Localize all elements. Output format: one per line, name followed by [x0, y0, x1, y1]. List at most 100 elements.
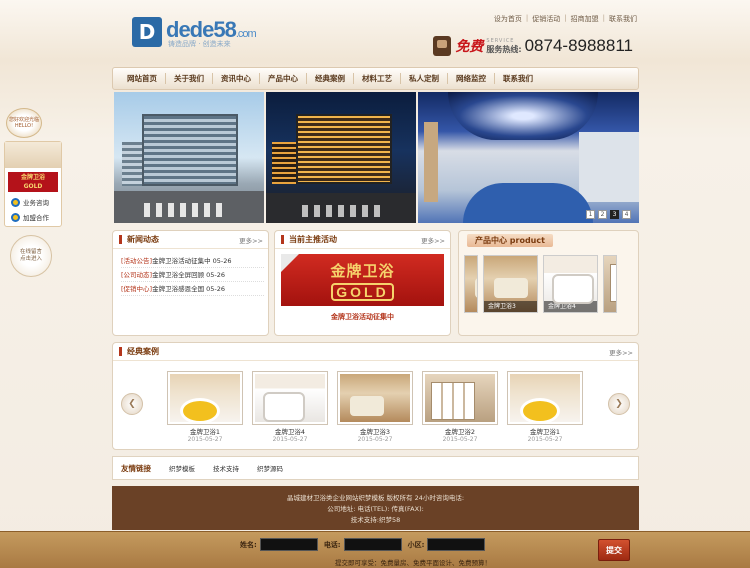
name-input[interactable]: [259, 538, 318, 551]
float-brand-badge: 金牌卫浴 GOLD: [8, 172, 58, 192]
case-card[interactable]: 金牌卫浴2 2015-05-27: [422, 371, 498, 443]
float-brand-cn: 金牌卫浴: [20, 174, 45, 181]
nav-news[interactable]: 资讯中心: [213, 73, 260, 84]
case-card[interactable]: 金牌卫浴4 2015-05-27: [252, 371, 328, 443]
logo-slogan: 铸造品牌 · 创造未来: [168, 40, 231, 48]
nav-cases[interactable]: 经典案例: [307, 73, 354, 84]
case-card[interactable]: 金牌卫浴1 2015-05-27: [507, 371, 583, 443]
footer-contact: 公司地址: 电话(TEL): 传真(FAX):: [327, 505, 424, 513]
cases-list: 金牌卫浴1 2015-05-27 金牌卫浴4 2015-05-27 金牌卫浴3 201…: [167, 371, 583, 443]
gold-promo-banner[interactable]: 金牌卫浴 GOLD: [281, 254, 444, 306]
message-bar: 姓名: 电话: 小区: 提交 提交即可享受：免费量房、免费平面设计、免费预算！: [0, 531, 750, 568]
phone-icon: [433, 36, 452, 56]
qq-consult-link[interactable]: 业务咨询: [11, 197, 61, 207]
footer-copyright: 晶城建材卫浴类企业网站织梦模板 版权所有 24小时咨询电话:: [286, 494, 465, 502]
friend-link[interactable]: 织梦源码: [257, 463, 283, 473]
case-name: 金牌卫浴2: [444, 428, 476, 436]
case-card[interactable]: 金牌卫浴3 2015-05-27: [337, 371, 413, 443]
banner-slideshow[interactable]: 1 2 3 4: [114, 92, 639, 223]
message-line2: 点击进入: [19, 256, 42, 262]
hotline-number: 0874-8988811: [524, 36, 633, 55]
gold-banner-en: GOLD: [331, 282, 394, 301]
news-item[interactable]: [促销中心]金牌卫浴感恩全国 05-26: [121, 282, 264, 296]
top-link-contact[interactable]: 联系我们: [609, 14, 637, 24]
nav-home[interactable]: 网站首页: [119, 73, 166, 84]
activity-header: 当前主推活动 更多>>: [275, 231, 450, 249]
product-card[interactable]: 金牌卫浴4: [543, 255, 598, 313]
news-header: 新闻动态 更多>>: [113, 231, 268, 249]
gold-banner-cn: 金牌卫浴: [330, 261, 395, 280]
banner-pager: 1 2 3 4: [586, 210, 631, 219]
message-note: 提交即可享受：免费量房、免费平面设计、免费预算！: [335, 559, 491, 567]
float-brand-en: GOLD: [23, 183, 43, 190]
main-nav: 网站首页 关于我们 资讯中心 产品中心 经典案例 材料工艺 私人定制 网络监控 …: [112, 67, 639, 90]
case-date: 2015-05-27: [527, 436, 563, 443]
site-footer: 晶城建材卫浴类企业网站织梦模板 版权所有 24小时咨询电话: 公司地址: 电话(…: [112, 486, 639, 530]
join-label: 加盟合作: [23, 214, 49, 222]
case-name: 金牌卫浴1: [189, 428, 221, 436]
news-box: 新闻动态 更多>> [活动公告]金牌卫浴活动征集中 05-26 [公司动态]金牌…: [112, 230, 269, 336]
nav-about[interactable]: 关于我们: [166, 73, 213, 84]
case-name: 金牌卫浴3: [359, 428, 391, 436]
name-label: 姓名:: [240, 540, 257, 549]
case-card[interactable]: 金牌卫浴1 2015-05-27: [167, 371, 243, 443]
hotline-label: SERVICE 服务热线:: [486, 38, 521, 55]
qq-join-link[interactable]: 加盟合作: [11, 212, 61, 222]
top-link-franchise[interactable]: 招商加盟: [571, 14, 599, 24]
float-panel-body: 金牌卫浴 GOLD 业务咨询 加盟合作: [4, 141, 62, 227]
cases-next-button[interactable]: ❯: [608, 393, 630, 415]
product-carousel: 金牌卫浴3 金牌卫浴4: [459, 249, 638, 313]
float-panel-top: [5, 142, 61, 168]
logo-mark-icon: D: [132, 17, 162, 47]
case-name: 金牌卫浴1: [529, 428, 561, 436]
friend-links-title: 友情链接: [121, 463, 151, 473]
friend-link[interactable]: 技术支持: [213, 463, 239, 473]
area-input[interactable]: [427, 538, 486, 551]
nav-custom[interactable]: 私人定制: [401, 73, 448, 84]
logo-domain: .com: [235, 28, 257, 40]
case-date: 2015-05-27: [187, 436, 223, 443]
product-card[interactable]: [464, 255, 478, 313]
banner-image-pool: 1 2 3 4: [418, 92, 639, 223]
banner-dot-3[interactable]: 3: [610, 210, 619, 219]
nav-contact[interactable]: 联系我们: [495, 73, 541, 84]
nav-monitor[interactable]: 网络监控: [448, 73, 495, 84]
online-message-button[interactable]: 在线留言 点击进入: [10, 235, 52, 277]
banner-dot-4[interactable]: 4: [622, 210, 631, 219]
hot-corner-badge: [281, 254, 299, 272]
top-link-promotion[interactable]: 促销活动: [532, 14, 560, 24]
top-link-homepage[interactable]: 设为首页: [494, 14, 522, 24]
news-more-link[interactable]: 更多>>: [239, 235, 263, 245]
activity-caption[interactable]: 金牌卫浴活动征集中: [275, 312, 450, 322]
nav-products[interactable]: 产品中心: [260, 73, 307, 84]
message-line1: 在线留言: [19, 249, 42, 255]
banner-dot-1[interactable]: 1: [586, 210, 595, 219]
consult-label: 业务咨询: [23, 199, 49, 207]
cases-prev-button[interactable]: ❮: [121, 393, 143, 415]
banner-dot-2[interactable]: 2: [598, 210, 607, 219]
friend-links-bar: 友情链接 织梦模板 技术支持 织梦源码: [112, 456, 639, 480]
cases-more-link[interactable]: 更多>>: [609, 347, 633, 357]
cases-header: 经典案例 更多>>: [113, 343, 638, 361]
product-card[interactable]: [603, 255, 617, 313]
submit-button[interactable]: 提交: [598, 539, 630, 561]
floating-service-panel: 您好欢迎光临 HELLO! 金牌卫浴 GOLD 业务咨询 加盟合作 在线留言 点…: [4, 108, 62, 277]
site-logo[interactable]: D dede58.com 铸造品牌 · 创造未来: [132, 17, 257, 48]
news-item[interactable]: [活动公告]金牌卫浴活动征集中 05-26: [121, 254, 264, 268]
area-label: 小区:: [407, 540, 425, 549]
news-item[interactable]: [公司动态]金牌卫浴全屏回顾 05-26: [121, 268, 264, 282]
phone-input[interactable]: [343, 538, 402, 551]
hotline-label-cn: 服务热线:: [486, 44, 522, 54]
products-header: 产品中心 product: [459, 231, 638, 249]
cases-box: 经典案例 更多>> ❮ ❯ 金牌卫浴1 2015-05-27 金牌卫浴4 2015-…: [112, 342, 639, 450]
top-links: 设为首页 | 促销活动 | 招商加盟 | 联系我们: [493, 14, 637, 24]
product-card[interactable]: 金牌卫浴3: [483, 255, 538, 313]
friend-link[interactable]: 织梦模板: [169, 463, 195, 473]
nav-materials[interactable]: 材料工艺: [354, 73, 401, 84]
news-list: [活动公告]金牌卫浴活动征集中 05-26 [公司动态]金牌卫浴全屏回顾 05-…: [113, 249, 268, 296]
service-hotline: 免费 SERVICE 服务热线: 0874-8988811: [433, 36, 633, 56]
news-title: 新闻动态: [119, 235, 159, 244]
hello-badge: 您好欢迎光临 HELLO!: [6, 108, 42, 138]
cases-title: 经典案例: [119, 347, 159, 356]
activity-more-link[interactable]: 更多>>: [421, 235, 445, 245]
